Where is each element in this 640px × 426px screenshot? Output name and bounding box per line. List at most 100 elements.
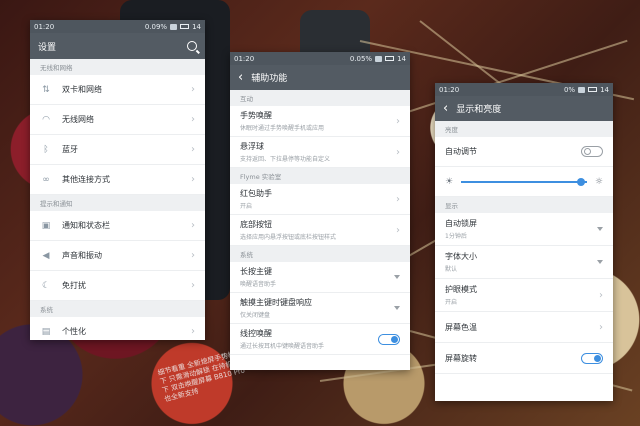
battery-icon: [588, 87, 598, 92]
wifi-status-icon: [578, 86, 586, 93]
setting-screen-rotation[interactable]: 屏幕旋转: [435, 343, 613, 374]
item-subtitle: 仅关闭键盘: [240, 312, 271, 319]
settings-item-dual-sim[interactable]: ⇅ 双卡和网络 ›: [30, 75, 205, 105]
chevron-right-icon: ›: [191, 84, 195, 95]
wifi-status-icon: [170, 23, 178, 30]
wifi-icon: ◠: [42, 114, 50, 125]
status-bar: 01:20 0% 14: [435, 83, 613, 96]
status-speed: 0%: [563, 85, 576, 94]
chevron-right-icon: ›: [191, 144, 195, 155]
item-subtitle: 休眠时通过手势唤醒手机或应用: [240, 125, 325, 132]
chevron-right-icon: ›: [191, 280, 195, 291]
setting-color-temperature[interactable]: 屏幕色温 ›: [435, 312, 613, 343]
status-speed: 0.05%: [349, 54, 373, 63]
item-subtitle: 通过长按耳机中键唤醒语音助手: [240, 343, 325, 350]
personalize-icon: ▤: [41, 326, 51, 337]
item-subtitle: 1分钟后: [445, 233, 467, 240]
item-label: 屏幕旋转: [445, 353, 477, 363]
section-header: 显示: [435, 197, 613, 213]
wired-wake-toggle[interactable]: [378, 333, 400, 345]
chevron-right-icon: ›: [191, 114, 195, 125]
item-label: 声音和振动: [62, 251, 102, 260]
title-bar: 设置: [30, 33, 205, 59]
search-icon[interactable]: [187, 41, 197, 51]
notification-icon: ▣: [41, 220, 51, 231]
item-label: 红包助手: [240, 189, 272, 198]
setting-font-size[interactable]: 字体大小 默认: [435, 246, 613, 279]
chevron-right-icon: ›: [396, 146, 400, 158]
item-label: 自动调节: [445, 147, 477, 156]
back-arrow-icon[interactable]: ‹: [238, 71, 243, 84]
chevron-right-icon: ›: [191, 250, 195, 261]
settings-item-wifi[interactable]: ◠ 无线网络 ›: [30, 105, 205, 135]
item-subtitle: 选择应用内悬浮按钮或底栏按钮样式: [240, 234, 337, 241]
setting-home-key-keyboard[interactable]: 触摸主键时键盘响应 仅关闭键盘: [230, 293, 410, 324]
screen-rotation-toggle[interactable]: [581, 352, 603, 364]
setting-red-packet-assistant[interactable]: 红包助手 开启 ›: [230, 184, 410, 215]
link-icon: ∞: [42, 174, 50, 185]
section-header: 互动: [230, 90, 410, 106]
item-label: 线控唤醒: [240, 329, 272, 338]
status-time: 01:20: [439, 85, 460, 94]
page-title: 显示和亮度: [456, 105, 502, 115]
setting-wired-wake[interactable]: 线控唤醒 通过长按耳机中键唤醒语音助手: [230, 324, 410, 355]
item-label: 手势唤醒: [240, 111, 272, 120]
item-label: 个性化: [62, 327, 86, 336]
section-header: 提示和通知: [30, 195, 205, 211]
battery-icon: [385, 56, 395, 61]
page-title: 辅助功能: [251, 74, 288, 84]
battery-level: 14: [600, 85, 609, 94]
bluetooth-icon: ᛒ: [43, 144, 49, 155]
item-label: 底部按钮: [240, 220, 272, 229]
status-bar: 01:20 0.09% 14: [30, 20, 205, 33]
back-arrow-icon[interactable]: ‹: [443, 102, 448, 115]
setting-gesture-wake[interactable]: 手势唤醒 休眠时通过手势唤醒手机或应用 ›: [230, 106, 410, 137]
item-subtitle: 默认: [445, 266, 458, 273]
setting-auto-lock[interactable]: 自动锁屏 1分钟后: [435, 213, 613, 246]
settings-screen: 01:20 0.09% 14 设置 无线和网络 ⇅ 双卡和网络 › ◠ 无线网络…: [30, 20, 205, 340]
dropdown-icon: [597, 260, 603, 264]
setting-bottom-button[interactable]: 底部按钮 选择应用内悬浮按钮或底栏按钮样式 ›: [230, 215, 410, 246]
settings-item-sound[interactable]: ◀ 声音和振动 ›: [30, 241, 205, 271]
title-bar: ‹ 显示和亮度: [435, 96, 613, 121]
settings-item-dnd[interactable]: ☾ 免打扰 ›: [30, 271, 205, 301]
section-header: Flyme 实验室: [230, 168, 410, 184]
settings-item-other-connections[interactable]: ∞ 其他连接方式 ›: [30, 165, 205, 195]
section-header: 系统: [230, 246, 410, 262]
arrows-updown-icon: ⇅: [42, 84, 50, 95]
sun-high-icon: ☼: [594, 176, 603, 187]
item-subtitle: 支持返回、下拉悬停等功能自定义: [240, 156, 331, 163]
item-label: 通知和状态栏: [62, 221, 110, 230]
setting-floating-ball[interactable]: 悬浮球 支持返回、下拉悬停等功能自定义 ›: [230, 137, 410, 168]
chevron-right-icon: ›: [191, 326, 195, 337]
status-speed: 0.09%: [144, 22, 168, 31]
battery-level: 14: [397, 54, 406, 63]
item-label: 免打扰: [62, 281, 86, 290]
item-label: 屏幕色温: [445, 322, 477, 332]
chevron-right-icon: ›: [191, 220, 195, 231]
item-label: 触摸主键时键盘响应: [240, 298, 312, 307]
setting-long-press-home[interactable]: 长按主键 唤醒语音助手: [230, 262, 410, 293]
chevron-right-icon: ›: [599, 289, 603, 301]
setting-auto-brightness[interactable]: 自动调节: [435, 137, 613, 167]
settings-item-bluetooth[interactable]: ᛒ 蓝牙 ›: [30, 135, 205, 165]
status-time: 01:20: [34, 22, 55, 31]
settings-item-notifications[interactable]: ▣ 通知和状态栏 ›: [30, 211, 205, 241]
moon-icon: ☾: [41, 280, 51, 291]
item-label: 无线网络: [62, 115, 94, 124]
auto-brightness-toggle[interactable]: [581, 146, 603, 157]
brightness-slider[interactable]: [461, 177, 587, 186]
item-label: 长按主键: [240, 267, 272, 276]
settings-item-personalize[interactable]: ▤ 个性化 ›: [30, 317, 205, 340]
battery-icon: [180, 24, 190, 29]
brightness-slider-row: ☀ ☼: [435, 167, 613, 197]
brightness-slider-thumb[interactable]: [576, 177, 585, 186]
dropdown-icon: [394, 275, 400, 279]
section-header: 系统: [30, 301, 205, 317]
item-subtitle: 开启: [445, 299, 458, 306]
item-label: 其他连接方式: [62, 175, 110, 184]
setting-eye-protection[interactable]: 护眼模式 开启 ›: [435, 279, 613, 312]
page-title: 设置: [38, 42, 57, 53]
status-time: 01:20: [234, 54, 255, 63]
title-bar: ‹ 辅助功能: [230, 65, 410, 90]
